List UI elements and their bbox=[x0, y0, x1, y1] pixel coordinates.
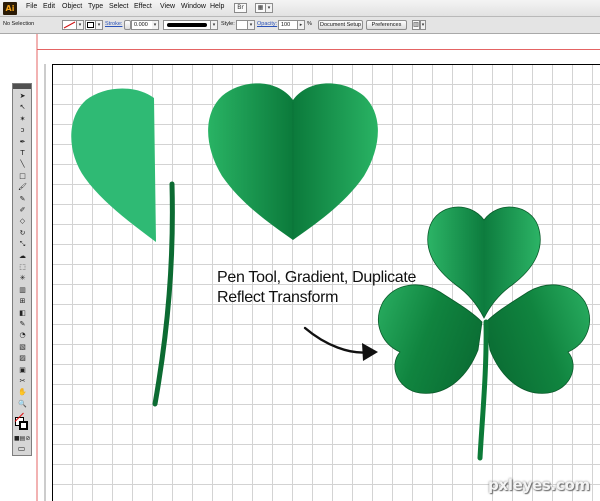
blend-tool-icon[interactable]: ◔ bbox=[18, 331, 27, 340]
tools-panel: ➤ ↖ ✶ ↄ ✒ T ╲ □ 🖌 ✎ ✐ ◇ ↻ ⤡ ☁ ⬚ ✳ ▥ ⊞ ◧ ✎ ◔ ▧ ▨ ▣ ✂ ✋ 🔍 ■▤⊘ ▭ bbox=[12, 83, 32, 456]
slice-tool-icon[interactable]: ✂ bbox=[18, 377, 27, 386]
selection-tool-icon[interactable]: ➤ bbox=[18, 92, 27, 101]
direct-selection-tool-icon[interactable]: ↖ bbox=[18, 103, 27, 112]
shamrock-stem bbox=[477, 319, 489, 461]
annotation-text: Pen Tool, Gradient, Duplicate Reflect Tr… bbox=[217, 268, 416, 308]
rectangle-tool-icon[interactable]: □ bbox=[18, 172, 27, 181]
paintbrush-tool-icon[interactable]: 🖌 bbox=[18, 183, 27, 192]
arrow-curve bbox=[303, 326, 372, 354]
column-graph-tool-icon[interactable]: ▥ bbox=[18, 286, 27, 295]
stem-shape bbox=[152, 181, 175, 407]
eyedropper-tool-icon[interactable]: ✎ bbox=[18, 320, 27, 329]
pen-tool-icon[interactable]: ✒ bbox=[18, 138, 27, 147]
color-mode-icon[interactable]: ■▤⊘ bbox=[14, 434, 30, 443]
screen-mode-icon[interactable]: ▭ bbox=[17, 444, 26, 453]
annotation-line-1: Pen Tool, Gradient, Duplicate bbox=[217, 269, 417, 286]
warp-tool-icon[interactable]: ☁ bbox=[18, 252, 27, 261]
arrow-head-icon bbox=[362, 343, 378, 361]
free-transform-tool-icon[interactable]: ⬚ bbox=[18, 263, 27, 272]
symbol-sprayer-tool-icon[interactable]: ✳ bbox=[18, 274, 27, 283]
mesh-tool-icon[interactable]: ⊞ bbox=[18, 297, 27, 306]
magic-wand-tool-icon[interactable]: ✶ bbox=[18, 115, 27, 124]
shamrock-right-leaf bbox=[485, 284, 590, 394]
eraser-tool-icon[interactable]: ◇ bbox=[18, 217, 27, 226]
annotation-line-2: Reflect Transform bbox=[217, 289, 339, 306]
scale-tool-icon[interactable]: ⤡ bbox=[18, 240, 27, 249]
pencil-tool-icon[interactable]: ✎ bbox=[18, 195, 27, 204]
artboard-tool-icon[interactable]: ▣ bbox=[18, 366, 27, 375]
type-tool-icon[interactable]: T bbox=[18, 149, 27, 158]
rotate-tool-icon[interactable]: ↻ bbox=[18, 229, 27, 238]
gradient-tool-icon[interactable]: ◧ bbox=[18, 309, 27, 318]
blob-brush-tool-icon[interactable]: ✐ bbox=[18, 206, 27, 215]
lasso-tool-icon[interactable]: ↄ bbox=[18, 126, 27, 135]
clover-artwork bbox=[71, 83, 590, 461]
half-leaf-shape bbox=[71, 88, 156, 242]
live-paint-bucket-tool-icon[interactable]: ▧ bbox=[18, 343, 27, 352]
stroke-swatch-icon[interactable] bbox=[19, 421, 28, 430]
watermark: pxleyes.com bbox=[488, 476, 590, 494]
heart-left-half bbox=[208, 83, 293, 240]
tools-panel-grip[interactable] bbox=[13, 84, 31, 89]
hand-tool-icon[interactable]: ✋ bbox=[18, 388, 27, 397]
line-segment-tool-icon[interactable]: ╲ bbox=[18, 160, 27, 169]
live-paint-selection-tool-icon[interactable]: ▨ bbox=[18, 354, 27, 363]
zoom-tool-icon[interactable]: 🔍 bbox=[18, 400, 27, 409]
heart-right-half bbox=[293, 83, 378, 240]
